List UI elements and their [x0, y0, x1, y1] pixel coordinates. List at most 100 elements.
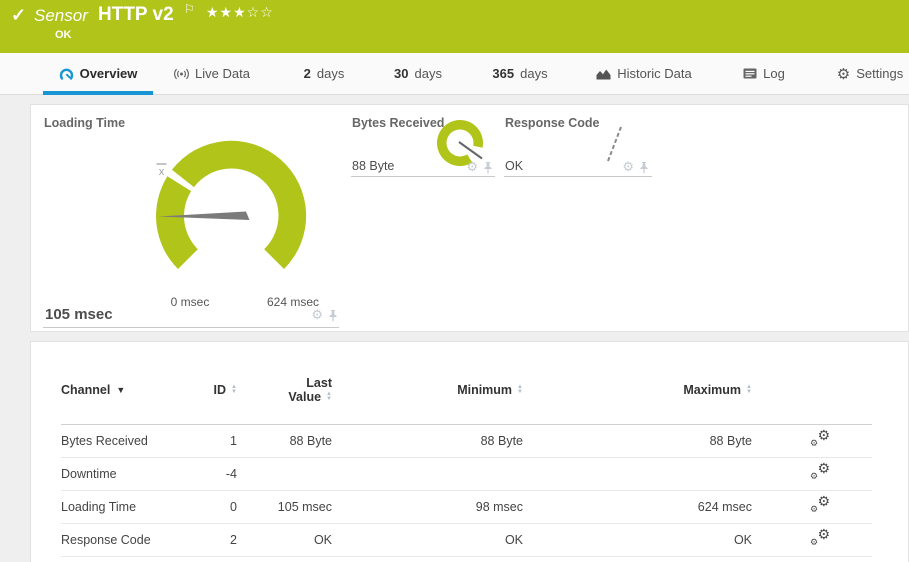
- tab-live-data[interactable]: Live Data: [168, 53, 256, 94]
- cell-maximum: 88 Byte: [523, 424, 752, 457]
- gauge-settings-icon[interactable]: ⚙: [311, 310, 323, 322]
- cell-divider: [351, 176, 495, 177]
- tab-bar: Overview Live Data 2 days 30 days 365 da…: [0, 53, 909, 95]
- cell-last-value: [237, 457, 332, 490]
- table-row: Response Code 2 OK OK OK ⚙⚙: [61, 523, 872, 556]
- cell-channel: Bytes Received: [61, 424, 191, 457]
- column-label: Last: [306, 376, 332, 390]
- cell-maximum: [523, 457, 752, 490]
- column-header-actions: [752, 356, 872, 424]
- gauge-footer-icons: ⚙: [622, 162, 649, 174]
- tab-label: Overview: [80, 66, 138, 81]
- priority-flag-icon[interactable]: ⚐: [184, 2, 195, 16]
- cell-last-value: OK: [237, 523, 332, 556]
- tab-number: 2: [304, 66, 311, 81]
- pin-icon[interactable]: [483, 162, 493, 174]
- gauge-cell-loading-time: Loading Time x 0 msec 624 msec 105 msec …: [33, 107, 345, 331]
- pin-icon[interactable]: [639, 162, 649, 174]
- cell-last-value: 105 msec: [237, 490, 332, 523]
- channel-settings-icon[interactable]: ⚙⚙: [810, 529, 830, 547]
- gauge-footer-icons: ⚙: [311, 310, 338, 322]
- cell-maximum: 624 msec: [523, 490, 752, 523]
- column-label: Minimum: [457, 383, 512, 397]
- table-row: Downtime -4 ⚙⚙: [61, 457, 872, 490]
- tab-label: Settings: [856, 66, 903, 81]
- column-label: Value: [288, 390, 321, 404]
- gauge-settings-icon[interactable]: ⚙: [622, 162, 634, 174]
- cell-minimum: OK: [332, 523, 523, 556]
- tab-settings[interactable]: ⚙ Settings: [830, 53, 909, 94]
- prtg-sensor-page: ✓ Sensor HTTP v2 ⚐ ★★★☆☆ OK Overview Liv…: [0, 0, 909, 562]
- log-icon: [743, 68, 757, 79]
- gauge-max-label: 624 msec: [253, 295, 333, 309]
- channel-settings-icon[interactable]: ⚙⚙: [810, 496, 830, 514]
- sort-icon: ▲▼: [326, 392, 332, 402]
- gauge-value: OK: [505, 159, 523, 173]
- cell-id: 0: [191, 490, 237, 523]
- cell-channel: Response Code: [61, 523, 191, 556]
- column-label: Maximum: [683, 383, 741, 397]
- tab-overview[interactable]: Overview: [43, 53, 153, 94]
- status-check-icon: ✓: [11, 5, 26, 26]
- gauge-title: Bytes Received: [352, 116, 444, 130]
- table-row: Loading Time 0 105 msec 98 msec 624 msec…: [61, 490, 872, 523]
- cell-last-value: 88 Byte: [237, 424, 332, 457]
- cell-minimum: 88 Byte: [332, 424, 523, 457]
- column-header-id[interactable]: ID▲▼: [191, 356, 237, 424]
- sensor-kind-label: Sensor: [34, 6, 88, 26]
- gauge-cell-response-code: Response Code OK ⚙: [504, 107, 654, 179]
- tab-historic-data[interactable]: Historic Data: [588, 53, 700, 94]
- tab-2-days[interactable]: 2 days: [293, 53, 355, 94]
- column-header-maximum[interactable]: Maximum ▲▼: [523, 356, 752, 424]
- gauge-icon: [59, 67, 74, 81]
- column-header-minimum[interactable]: Minimum ▲▼: [332, 356, 523, 424]
- tab-label: Live Data: [195, 66, 250, 81]
- cell-minimum: 98 msec: [332, 490, 523, 523]
- gauge-value: 88 Byte: [352, 159, 394, 173]
- cell-channel: Downtime: [61, 457, 191, 490]
- cell-maximum: OK: [523, 523, 752, 556]
- table-row: Bytes Received 1 88 Byte 88 Byte 88 Byte…: [61, 424, 872, 457]
- gauge-title: Loading Time: [44, 116, 125, 130]
- channel-settings-icon[interactable]: ⚙⚙: [810, 463, 830, 481]
- gauges-panel: Loading Time x 0 msec 624 msec 105 msec …: [30, 104, 909, 332]
- tab-number: 365: [492, 66, 514, 81]
- gauge-cell-bytes-received: Bytes Received 88 Byte ⚙: [351, 107, 497, 179]
- gauge-value: 105 msec: [45, 306, 113, 323]
- cell-divider: [504, 176, 652, 177]
- average-marker-icon: x: [159, 166, 165, 178]
- sort-icon: ▲▼: [746, 385, 752, 395]
- column-header-channel[interactable]: Channel ▼: [61, 356, 191, 424]
- column-header-last-value[interactable]: Last Value ▲▼: [237, 356, 332, 424]
- sensor-name: HTTP v2: [98, 4, 174, 26]
- cell-id: 2: [191, 523, 237, 556]
- tab-365-days[interactable]: 365 days: [485, 53, 555, 94]
- loading-time-gauge: x: [146, 131, 316, 301]
- live-data-icon: [174, 67, 189, 81]
- tab-number: 30: [394, 66, 408, 81]
- sort-icon: ▲▼: [517, 385, 523, 395]
- tab-label: days: [317, 66, 344, 81]
- tab-label: days: [520, 66, 547, 81]
- settings-gear-icon: ⚙: [837, 65, 850, 83]
- channel-settings-icon[interactable]: ⚙⚙: [810, 430, 830, 448]
- sort-caret-icon: ▼: [116, 385, 125, 395]
- tab-label: days: [415, 66, 442, 81]
- cell-channel: Loading Time: [61, 490, 191, 523]
- cell-minimum: [332, 457, 523, 490]
- column-label: Channel: [61, 383, 110, 397]
- gauge-title: Response Code: [505, 116, 599, 130]
- gauge-needle: [608, 127, 621, 161]
- tab-label: Log: [763, 66, 785, 81]
- historic-chart-icon: [596, 68, 611, 80]
- cell-divider: [43, 327, 339, 328]
- tab-log[interactable]: Log: [737, 53, 791, 94]
- gauge-settings-icon[interactable]: ⚙: [466, 162, 478, 174]
- priority-stars[interactable]: ★★★☆☆: [206, 5, 274, 21]
- tab-30-days[interactable]: 30 days: [383, 53, 453, 94]
- gauge-min-label: 0 msec: [150, 295, 230, 309]
- channels-panel: Channel ▼ ID▲▼ Last Value ▲▼ Minimum ▲▼ Max…: [30, 341, 909, 562]
- gauge-footer-icons: ⚙: [466, 162, 493, 174]
- pin-icon[interactable]: [328, 310, 338, 322]
- sensor-header: ✓ Sensor HTTP v2 ⚐ ★★★☆☆ OK: [0, 0, 909, 53]
